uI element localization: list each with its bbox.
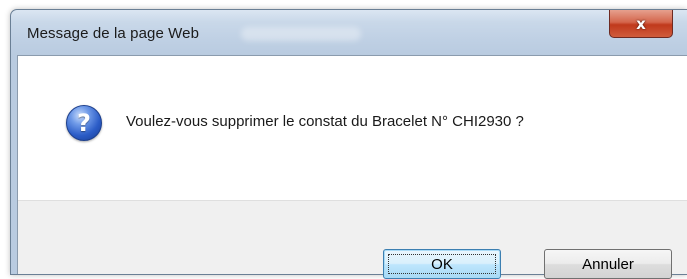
button-bar: OK Annuler [18,200,687,279]
dialog-client-area: ? Voulez-vous supprimer le constat du Br… [17,55,687,279]
cancel-button-label: Annuler [582,255,634,273]
message-area: ? Voulez-vous supprimer le constat du Br… [18,56,687,200]
dialog-window: Message de la page Web x ? Voulez-vous s… [10,9,687,279]
dialog-message: Voulez-vous supprimer le constat du Brac… [126,113,524,130]
close-icon: x [636,14,646,33]
title-bar-glow [241,27,361,41]
focus-ring [388,254,496,274]
window-title: Message de la page Web [27,25,200,42]
question-mark-glyph: ? [77,109,91,137]
title-bar[interactable]: Message de la page Web x [11,10,687,55]
question-icon: ? [66,105,102,141]
close-button[interactable]: x [609,10,673,38]
